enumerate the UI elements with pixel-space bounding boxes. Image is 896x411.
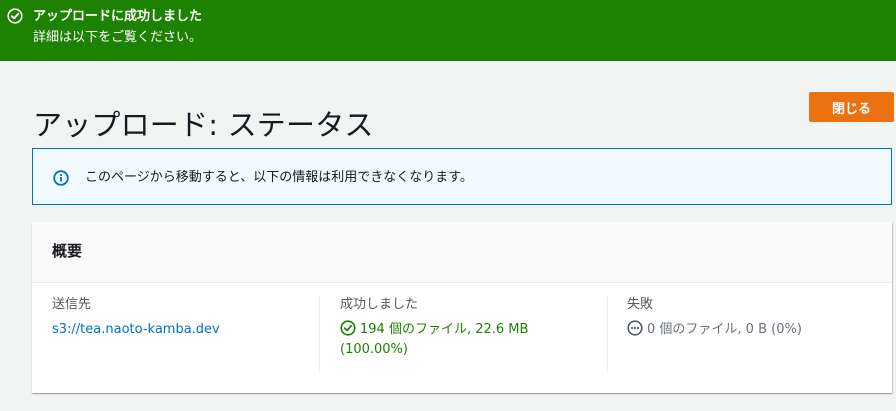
info-alert-text: このページから移動すると、以下の情報は利用できなくなります。: [85, 170, 473, 185]
check-circle-icon: [340, 320, 356, 336]
succeeded-percent: (100.00%): [340, 342, 408, 357]
column-divider: [319, 296, 320, 371]
failed-label: 失敗: [627, 297, 654, 312]
succeeded-label: 成功しました: [340, 297, 419, 312]
flash-message: 詳細は以下をご覧ください。: [33, 30, 203, 45]
close-button[interactable]: 閉じる: [809, 92, 894, 122]
summary-panel: 概要 送信先 s3://tea.naoto-kamba.dev 成功しました 1…: [32, 222, 892, 393]
info-circle-icon: [53, 170, 69, 186]
destination-column: 送信先 s3://tea.naoto-kamba.dev: [52, 296, 322, 340]
check-circle-icon: [7, 8, 23, 24]
summary-heading: 概要: [52, 242, 83, 260]
column-divider: [607, 296, 608, 371]
failed-files: 0 個のファイル, 0 B (0%): [647, 322, 802, 337]
succeeded-files: 194 個のファイル, 22.6 MB: [360, 322, 529, 337]
summary-header: 概要: [32, 222, 892, 283]
success-flash-bar: アップロードに成功しました 詳細は以下をご覧ください。: [0, 0, 896, 61]
destination-link[interactable]: s3://tea.naoto-kamba.dev: [52, 322, 220, 337]
failed-value: 0 個のファイル, 0 B (0%): [627, 320, 877, 340]
succeeded-column: 成功しました 194 個のファイル, 22.6 MB (100.00%): [340, 296, 610, 360]
more-circle-icon: [627, 320, 643, 336]
failed-column: 失敗 0 個のファイル, 0 B (0%): [627, 296, 877, 340]
page-title: アップロード: ステータス: [33, 108, 374, 143]
info-alert: このページから移動すると、以下の情報は利用できなくなります。: [32, 148, 892, 205]
destination-label: 送信先: [52, 297, 92, 312]
flash-title: アップロードに成功しました: [33, 9, 203, 24]
succeeded-value: 194 個のファイル, 22.6 MB (100.00%): [340, 320, 610, 360]
